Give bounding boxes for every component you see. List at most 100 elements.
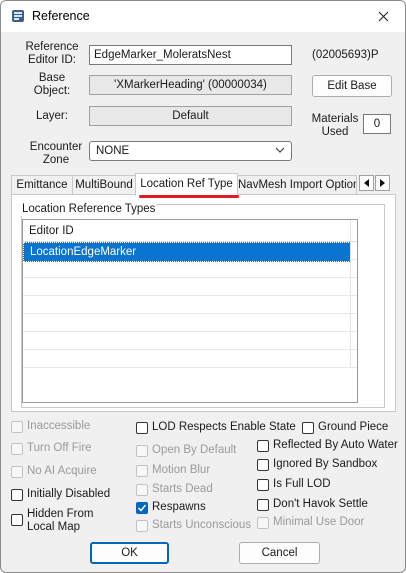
column-header-editor-id[interactable]: Editor ID: [23, 220, 357, 242]
column-separator: [350, 220, 351, 241]
checkbox-box: [11, 514, 23, 526]
ground-piece-checkbox[interactable]: Ground Piece: [302, 421, 388, 437]
checkbox-box: [302, 422, 314, 434]
checkbox-box: [257, 459, 269, 471]
checkbox-box: [11, 489, 23, 501]
checkbox-label: Ground Piece: [318, 421, 389, 433]
checkbox-box: [136, 445, 148, 457]
motion-blur-checkbox[interactable]: Motion Blur: [136, 464, 210, 480]
encounter-zone-label: Encounter Zone: [29, 141, 83, 166]
check-icon: [137, 504, 147, 512]
encounter-zone-value: NONE: [96, 145, 130, 157]
checkbox-label: Minimal Use Door: [273, 516, 365, 528]
is-full-lod-checkbox[interactable]: Is Full LOD: [257, 478, 331, 494]
column-separator: [350, 314, 351, 331]
tab-scroll-right[interactable]: [375, 175, 390, 191]
list-item-label: LocationEdgeMarker: [23, 242, 351, 262]
checkbox-label: Don't Havok Settle: [273, 498, 368, 510]
ok-button[interactable]: OK: [90, 542, 169, 564]
checkbox-label: No AI Acquire: [27, 465, 97, 477]
no-ai-acquire-checkbox[interactable]: No AI Acquire: [11, 465, 97, 481]
checkbox-box: [11, 466, 23, 478]
minimal-use-door-checkbox[interactable]: Minimal Use Door: [257, 516, 364, 532]
column-separator: [350, 296, 351, 313]
checkbox-label: Open By Default: [152, 444, 237, 456]
list-item[interactable]: LocationEdgeMarker: [23, 242, 357, 262]
checkbox-box: [136, 520, 148, 532]
base-object-label: Base Object:: [33, 72, 71, 97]
checkbox-box: [257, 479, 269, 491]
starts-dead-checkbox[interactable]: Starts Dead: [136, 483, 213, 499]
form-id: (02005693)P: [312, 49, 379, 61]
tab-multibound[interactable]: MultiBound: [72, 175, 136, 195]
list-item-empty: [23, 332, 357, 350]
cancel-button[interactable]: Cancel: [239, 542, 320, 564]
column-separator: [350, 278, 351, 295]
checkbox-box: [136, 465, 148, 477]
column-separator: [350, 242, 351, 259]
close-button[interactable]: [361, 1, 405, 32]
arrow-left-icon: [364, 179, 369, 187]
checkbox-box: [136, 484, 148, 496]
materials-used-field: 0: [363, 114, 391, 134]
turn-off-fire-checkbox[interactable]: Turn Off Fire: [11, 442, 92, 458]
location-ref-list[interactable]: Editor ID LocationEdgeMarker: [22, 219, 358, 403]
window-title: Reference: [32, 9, 90, 23]
materials-used-label: Materials Used: [311, 113, 359, 138]
reflected-by-auto-water-checkbox[interactable]: Reflected By Auto Water: [257, 439, 398, 455]
reference-dialog: Reference Reference Editor ID: EdgeMarke…: [0, 0, 406, 573]
list-item-empty: [23, 260, 357, 278]
layer-label: Layer:: [36, 110, 68, 122]
column-separator: [350, 260, 351, 277]
checkbox-box: [136, 422, 148, 434]
group-title: Location Reference Types: [21, 203, 157, 216]
initially-disabled-checkbox[interactable]: Initially Disabled: [11, 488, 110, 504]
checkbox-label: Ignored By Sandbox: [273, 458, 378, 470]
checkbox-box: [257, 440, 269, 452]
app-icon: [12, 10, 24, 22]
column-separator: [350, 332, 351, 349]
checkbox-label: Motion Blur: [152, 464, 211, 476]
checkbox-label: Turn Off Fire: [27, 442, 92, 454]
hidden-from-local-map-checkbox[interactable]: Hidden From Local Map: [11, 508, 101, 536]
checkbox-label: Is Full LOD: [273, 478, 331, 490]
tab-location-ref-type[interactable]: Location Ref Type: [135, 173, 238, 196]
title-bar: Reference: [1, 1, 405, 32]
tab-strip: Emittance MultiBound Location Ref Type N…: [11, 173, 391, 196]
column-separator: [350, 350, 351, 367]
checkbox-box: [257, 499, 269, 511]
checkbox-label: Inaccessible: [27, 420, 91, 432]
column-header-label: Editor ID: [29, 225, 74, 237]
edit-base-button[interactable]: Edit Base: [312, 75, 392, 97]
editor-id-label: Reference Editor ID:: [25, 41, 79, 66]
dont-havok-settle-checkbox[interactable]: Don't Havok Settle: [257, 498, 368, 514]
checkbox-label: Reflected By Auto Water: [273, 439, 398, 451]
close-icon: [378, 11, 388, 22]
checkbox-box: [11, 421, 23, 433]
checkbox-box: [11, 443, 23, 455]
list-item-empty: [23, 278, 357, 296]
starts-unconscious-checkbox[interactable]: Starts Unconscious: [136, 519, 251, 535]
editor-id-field[interactable]: EdgeMarker_MoleratsNest: [89, 45, 292, 65]
inaccessible-checkbox[interactable]: Inaccessible: [11, 420, 90, 436]
checkbox-label: LOD Respects Enable State: [152, 421, 296, 433]
tab-emittance[interactable]: Emittance: [11, 175, 73, 195]
tab-scroll-left[interactable]: [359, 175, 374, 191]
ignored-by-sandbox-checkbox[interactable]: Ignored By Sandbox: [257, 458, 377, 474]
encounter-zone-select[interactable]: NONE: [89, 141, 292, 161]
checkbox-label: Initially Disabled: [27, 488, 111, 500]
checkbox-label: Respawns: [152, 501, 206, 513]
checkbox-label: Hidden From Local Map: [27, 508, 94, 533]
tab-navmesh-import-option[interactable]: NavMesh Import Option: [237, 175, 357, 195]
list-item-empty: [23, 314, 357, 332]
respawns-checkbox[interactable]: Respawns: [136, 501, 206, 517]
base-object-field: 'XMarkerHeading' (00000034): [89, 75, 292, 95]
layer-field: Default: [89, 106, 292, 126]
open-by-default-checkbox[interactable]: Open By Default: [136, 444, 236, 460]
active-tab-annotation: [139, 195, 239, 198]
list-item-empty: [23, 350, 357, 368]
checkbox-label: Starts Unconscious: [152, 519, 252, 531]
lod-respects-enable-state-checkbox[interactable]: LOD Respects Enable State: [136, 421, 296, 437]
chevron-down-icon: [275, 147, 285, 153]
checkbox-label: Starts Dead: [152, 483, 213, 495]
